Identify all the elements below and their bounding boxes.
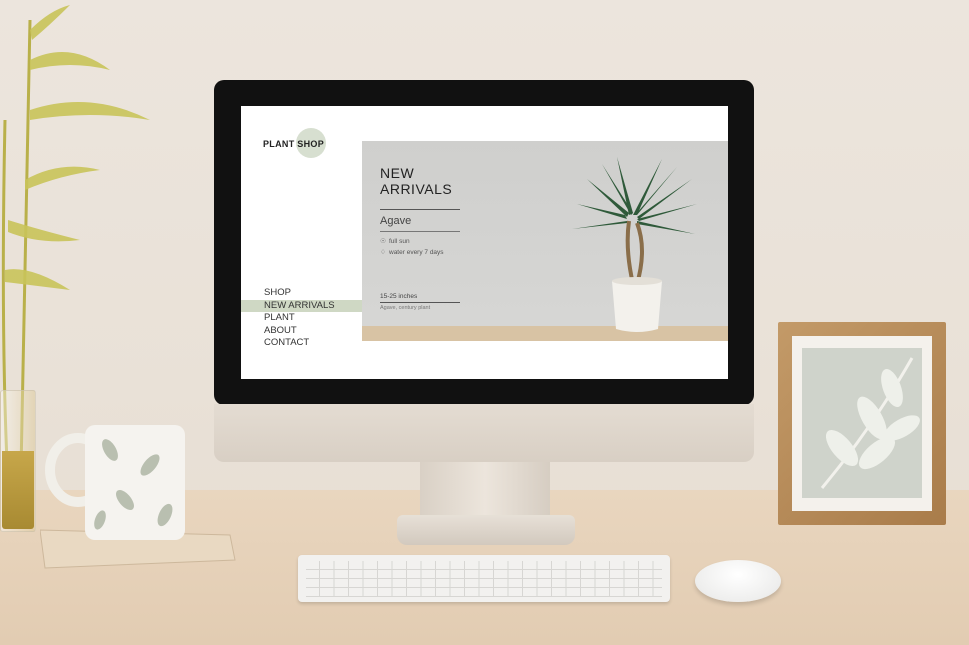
- water-drop-icon: ♢: [380, 249, 386, 256]
- divider: [380, 209, 460, 210]
- keyboard-keys: [306, 561, 662, 597]
- frame-mat: [792, 336, 932, 511]
- nav-item-contact[interactable]: CONTACT: [264, 337, 362, 350]
- spec-water: ♢ water every 7 days: [380, 248, 444, 256]
- leaf-artwork: [802, 348, 922, 498]
- nav-item-shop[interactable]: SHOP: [264, 287, 362, 300]
- divider: [380, 302, 460, 303]
- hero-title-line2: ARRIVALS: [380, 181, 453, 197]
- nav-item-plant[interactable]: PLANT: [264, 312, 362, 325]
- hero-title-line1: NEW: [380, 165, 415, 181]
- product-name: Agave: [380, 215, 412, 227]
- keyboard: [298, 555, 670, 602]
- hero-title: NEW ARRIVALS: [380, 165, 452, 197]
- logo-text: PLANT SHOP: [263, 139, 325, 149]
- spec-sun-text: full sun: [389, 238, 410, 245]
- monitor-base: [397, 515, 575, 545]
- agave-plant-image: [567, 149, 702, 339]
- product-caption: Agave, century plant: [380, 305, 431, 311]
- picture-frame: [778, 322, 946, 525]
- main-nav: SHOP NEW ARRIVALS PLANT ABOUT CONTACT: [241, 287, 362, 350]
- nav-item-new-arrivals[interactable]: NEW ARRIVALS: [241, 299, 362, 312]
- nav-item-about[interactable]: ABOUT: [264, 325, 362, 338]
- vase-water: [2, 451, 34, 529]
- spec-sun: ☉ full sun: [380, 237, 410, 245]
- site-logo[interactable]: PLANT SHOP: [263, 128, 343, 160]
- website-screen: PLANT SHOP SHOP NEW ARRIVALS PLANT ABOUT…: [241, 106, 728, 379]
- sun-icon: ☉: [380, 238, 386, 245]
- leaf-mug: [39, 420, 240, 570]
- glass-vase: [0, 390, 36, 532]
- monitor-chin: [214, 404, 754, 462]
- spec-water-text: water every 7 days: [389, 249, 444, 256]
- mouse: [695, 560, 781, 602]
- monitor-stand: [420, 462, 550, 517]
- product-size: 15-25 inches: [380, 293, 418, 300]
- divider: [380, 231, 460, 232]
- hero-banner: NEW ARRIVALS Agave ☉ full sun ♢ water ever…: [362, 141, 728, 341]
